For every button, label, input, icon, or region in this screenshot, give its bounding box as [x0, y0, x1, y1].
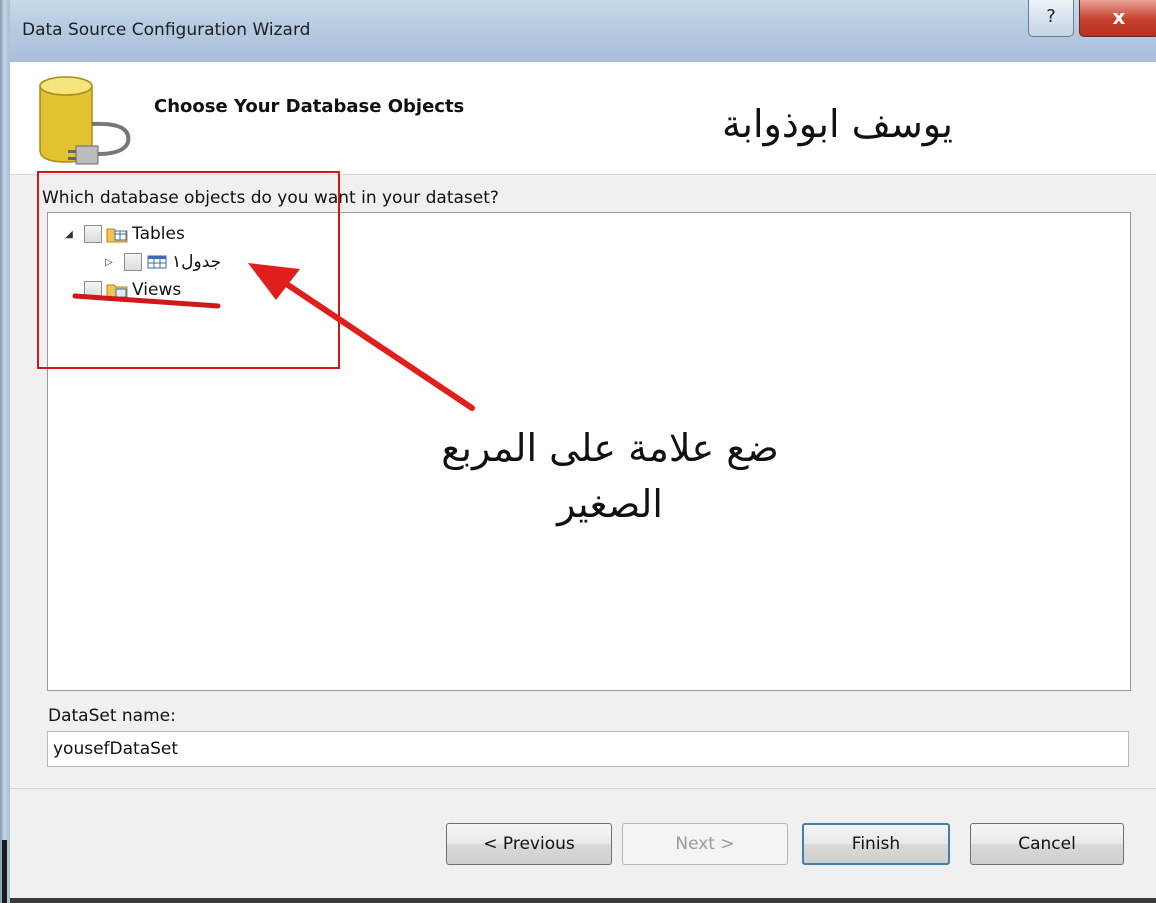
next-button[interactable]: Next >: [622, 823, 788, 865]
dataset-name-input[interactable]: [47, 731, 1129, 767]
cancel-button[interactable]: Cancel: [970, 823, 1124, 865]
wizard-header: Choose Your Database Objects يوسف ابوذوا…: [10, 62, 1156, 174]
annotation-line-1: ضع علامة على المربع: [441, 426, 779, 470]
page-title: Choose Your Database Objects: [154, 96, 465, 117]
close-button[interactable]: x: [1079, 0, 1156, 37]
database-plug-icon: [39, 76, 131, 165]
wizard-window: Data Source Configuration Wizard ? x Cho…: [0, 0, 1156, 903]
window-left-frame: [0, 0, 10, 903]
previous-button[interactable]: < Previous: [446, 823, 612, 865]
annotation-line-2: الصغير: [557, 482, 663, 526]
window-title: Data Source Configuration Wizard: [22, 20, 311, 40]
author-name-text: يوسف ابوذوابة: [722, 102, 954, 146]
title-bar[interactable]: Data Source Configuration Wizard ? x: [10, 0, 1156, 62]
help-button[interactable]: ?: [1028, 0, 1074, 37]
dataset-name-label: DataSet name:: [48, 706, 176, 726]
annotation-highlight-box: [37, 171, 340, 369]
annotation-text: ضع علامة على المربع الصغير: [400, 420, 820, 532]
button-divider: [10, 788, 1156, 789]
window-bottom-edge: [10, 898, 1156, 903]
finish-button[interactable]: Finish: [802, 823, 950, 865]
